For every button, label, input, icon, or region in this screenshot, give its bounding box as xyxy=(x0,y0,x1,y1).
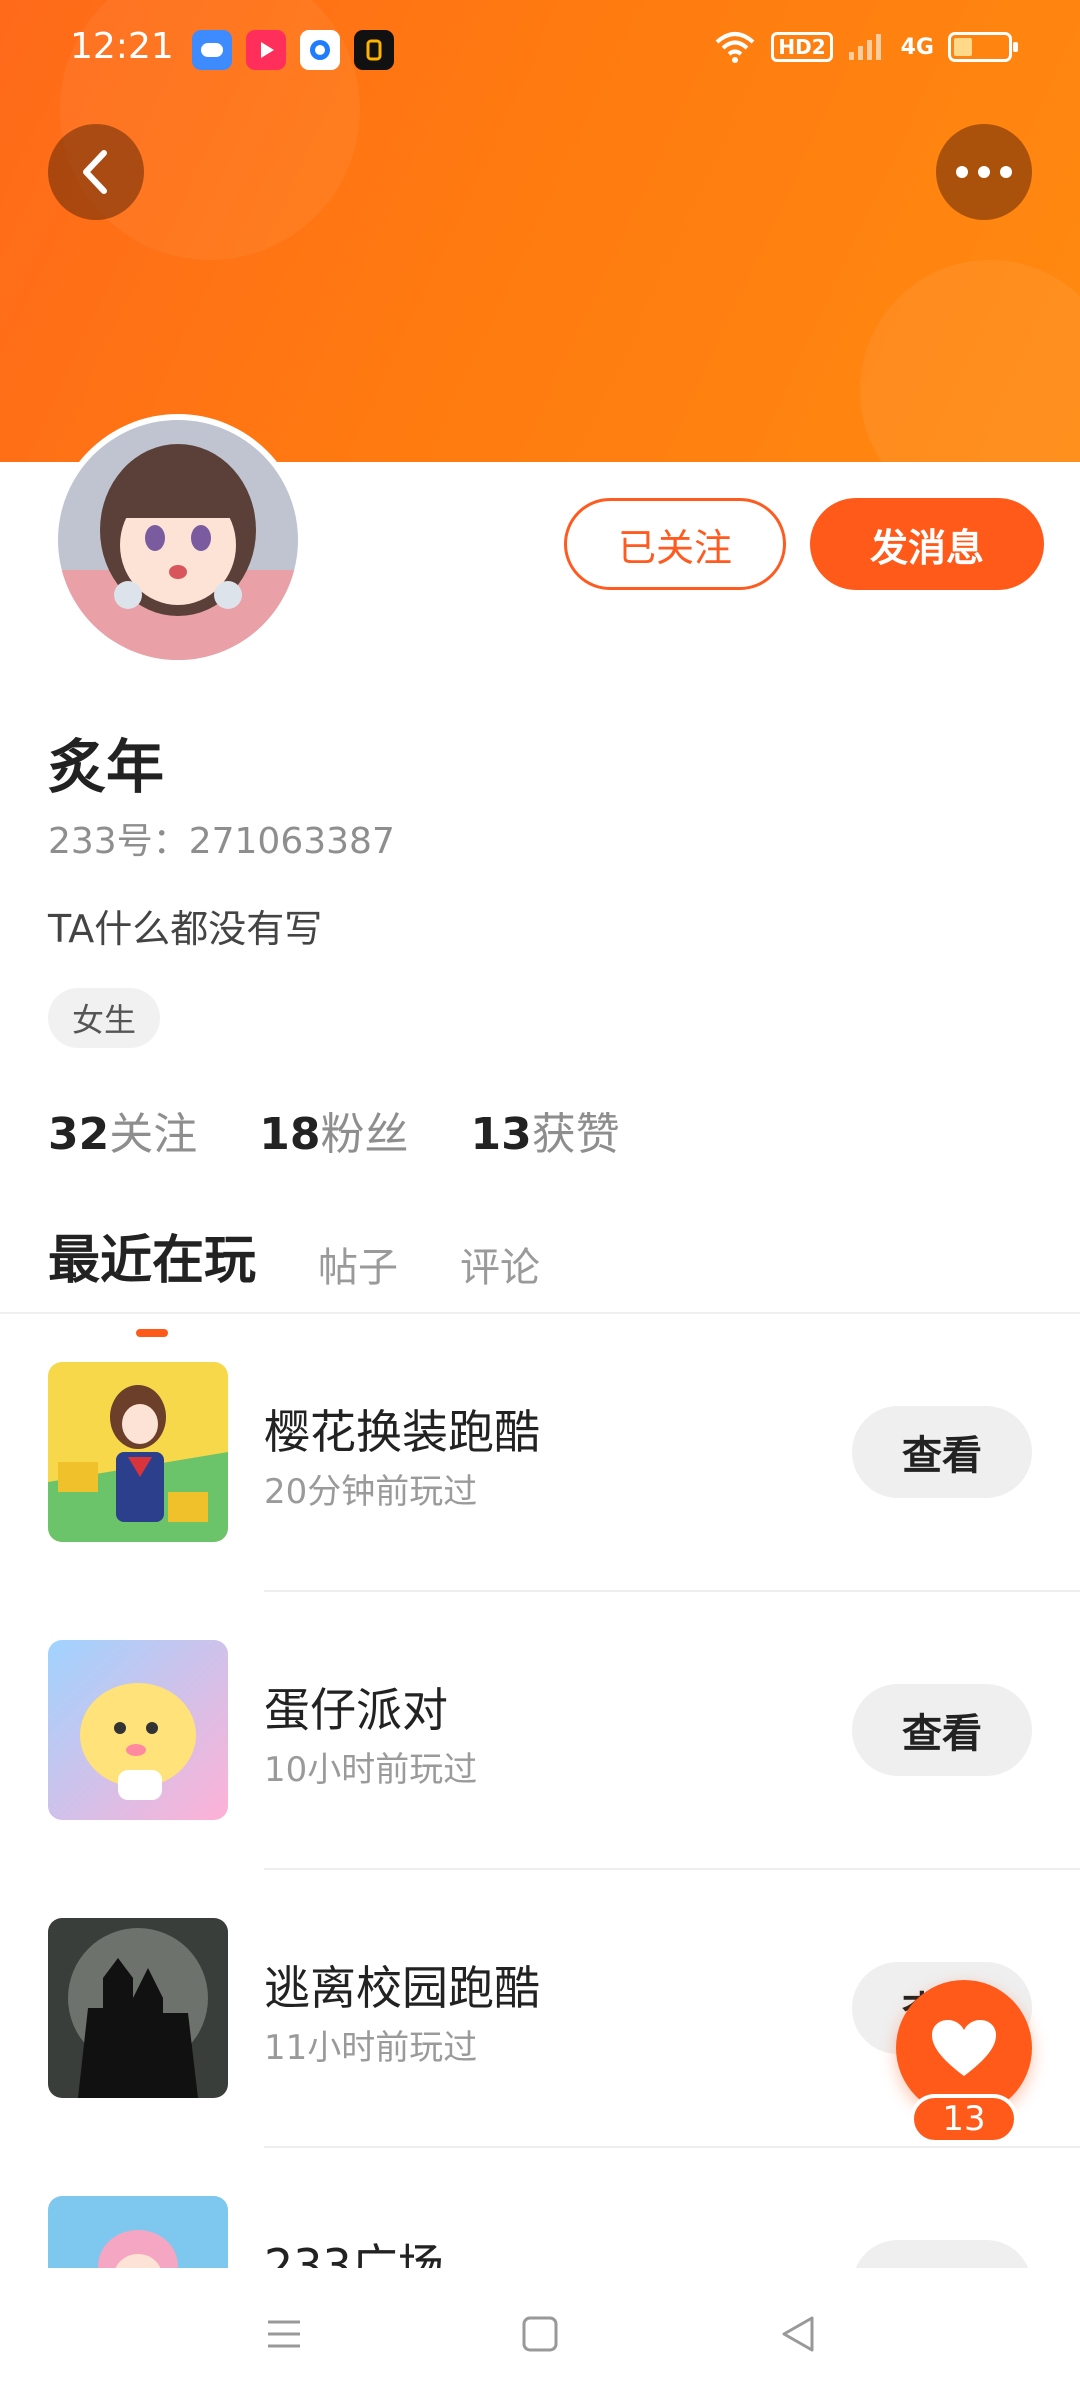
red-play-icon xyxy=(246,30,286,70)
list-item[interactable]: 樱花换装跑酷 20分钟前玩过 查看 xyxy=(0,1314,1080,1592)
list-item[interactable]: 蛋仔派对 10小时前玩过 查看 xyxy=(0,1592,1080,1870)
game-thumbnail xyxy=(48,1362,228,1542)
game-last-played: 10小时前玩过 xyxy=(264,1750,478,1790)
status-bar: 12:21 HD2 4G xyxy=(0,0,1080,100)
status-indicators: HD2 4G xyxy=(713,30,1018,64)
view-button[interactable]: 查看 xyxy=(852,1406,1032,1498)
blue-circle-icon xyxy=(300,30,340,70)
gender-tag: 女生 xyxy=(48,988,161,1048)
battery-icon xyxy=(948,32,1018,62)
hd-badge: HD2 xyxy=(771,32,833,62)
stat-likes-label: 获赞 xyxy=(531,1109,620,1160)
network-type: 4G xyxy=(900,34,934,60)
stat-following-value: 32 xyxy=(48,1109,110,1160)
black-app-icon xyxy=(354,30,394,70)
profile-tabs: 最近在玩 帖子 评论 xyxy=(48,1218,540,1337)
like-count-badge: 13 xyxy=(910,2094,1018,2144)
followed-button[interactable]: 已关注 xyxy=(564,498,786,590)
stat-following[interactable]: 32关注 xyxy=(48,1098,197,1162)
stat-likes-value: 13 xyxy=(470,1109,532,1160)
game-title: 逃离校园跑酷 xyxy=(264,1961,540,2015)
send-message-button[interactable]: 发消息 xyxy=(810,498,1044,590)
profile-uid: 233号：271063387 xyxy=(48,821,395,862)
triangle-back-icon[interactable] xyxy=(776,2312,820,2356)
profile-name: 炙年 xyxy=(48,733,165,801)
tab-posts[interactable]: 帖子 xyxy=(318,1235,398,1293)
recent-games-list: 樱花换装跑酷 20分钟前玩过 查看 蛋仔派对 10小时前玩过 查看 逃离校园跑酷… xyxy=(0,1314,1080,2400)
more-button[interactable] xyxy=(936,124,1032,220)
system-nav-bar xyxy=(0,2268,1080,2400)
game-title: 蛋仔派对 xyxy=(264,1683,448,1737)
game-last-played: 11小时前玩过 xyxy=(264,2028,478,2068)
view-button[interactable]: 查看 xyxy=(852,1684,1032,1776)
profile-page: 12:21 HD2 4G 已关注 发消息 炙年 233号：271063387 T… xyxy=(0,0,1080,2400)
profile-stats: 32关注 18粉丝 13获赞 xyxy=(48,1098,620,1162)
stat-followers-value: 18 xyxy=(259,1109,321,1160)
avatar-image xyxy=(58,420,298,660)
game-thumbnail xyxy=(48,1918,228,2098)
chevron-left-icon xyxy=(83,150,107,194)
profile-bio: TA什么都没有写 xyxy=(48,907,323,951)
stat-followers-label: 粉丝 xyxy=(320,1109,409,1160)
game-thumbnail xyxy=(48,1640,228,1820)
game-last-played: 20分钟前玩过 xyxy=(264,1472,478,1512)
stat-followers[interactable]: 18粉丝 xyxy=(259,1098,408,1162)
more-dots-icon xyxy=(956,166,1012,178)
stat-likes[interactable]: 13获赞 xyxy=(470,1098,619,1162)
heart-icon xyxy=(932,2020,996,2076)
tab-comments[interactable]: 评论 xyxy=(460,1235,540,1293)
wifi-icon xyxy=(716,32,755,63)
status-app-icons xyxy=(192,30,394,70)
tab-recently-played-label: 最近在玩 xyxy=(48,1231,257,1291)
signal-icon xyxy=(848,34,881,60)
status-time: 12:21 xyxy=(70,26,174,67)
game-title: 樱花换装跑酷 xyxy=(264,1405,540,1459)
tab-recently-played[interactable]: 最近在玩 xyxy=(48,1218,257,1337)
blue-chat-icon xyxy=(192,30,232,70)
back-button[interactable] xyxy=(48,124,144,220)
stat-following-label: 关注 xyxy=(109,1109,198,1160)
avatar[interactable] xyxy=(52,414,304,666)
square-home-icon[interactable] xyxy=(518,2312,562,2356)
menu-icon[interactable] xyxy=(262,2312,306,2356)
